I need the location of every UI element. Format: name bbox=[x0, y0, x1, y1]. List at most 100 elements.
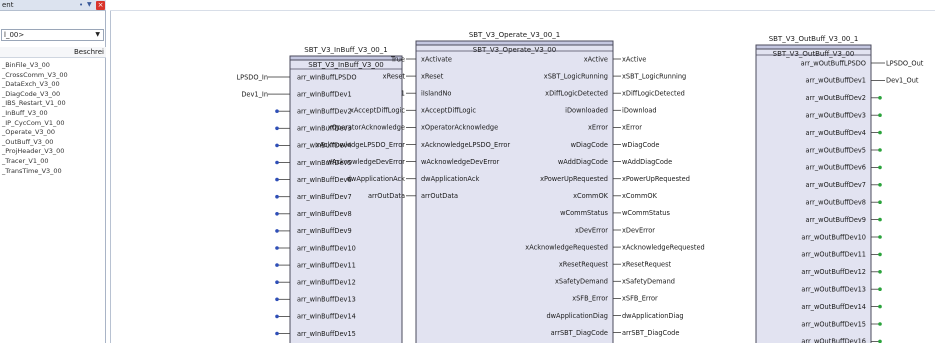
output-pin-label: xPowerUpRequested bbox=[540, 175, 608, 183]
variable-label: xSBT_LogicRunning bbox=[622, 72, 686, 80]
input-pin-label: xActivate bbox=[421, 55, 452, 63]
output-pin-label: wCommStatus bbox=[560, 209, 608, 217]
output-pin-label: arr_wOutBuffDev10 bbox=[801, 233, 866, 241]
output-pin-label: xResetRequest bbox=[559, 261, 609, 269]
unconnected-input-dot[interactable] bbox=[275, 126, 279, 131]
panel-title: ent bbox=[2, 1, 14, 9]
library-item[interactable]: _TransTime_V3_00 bbox=[2, 167, 68, 177]
library-item[interactable]: _IP_CycCom_V1_00 bbox=[2, 119, 68, 129]
output-pin-label: xCommOK bbox=[573, 192, 609, 200]
library-item[interactable]: _IBS_Restart_V1_00 bbox=[2, 99, 68, 109]
block-instance-name: SBT_V3_OutBuff_V3_00_1 bbox=[769, 35, 859, 43]
unconnected-input-dot[interactable] bbox=[275, 177, 279, 182]
unconnected-output-dot[interactable] bbox=[878, 287, 882, 292]
unconnected-output-dot[interactable] bbox=[878, 252, 882, 257]
unconnected-input-dot[interactable] bbox=[275, 297, 279, 302]
input-pin-label: arr_wInBuffDev13 bbox=[297, 296, 356, 304]
block-type-name: SBT_V3_OutBuff_V3_00 bbox=[773, 50, 855, 58]
output-pin-label: arr_wOutBuffDev6 bbox=[806, 164, 866, 172]
unconnected-input-dot[interactable] bbox=[275, 331, 279, 336]
unconnected-input-dot[interactable] bbox=[275, 314, 279, 319]
library-item[interactable]: _DiagCode_V3_00 bbox=[2, 90, 68, 100]
library-item[interactable]: _ProjHeader_V3_00 bbox=[2, 147, 68, 157]
unconnected-input-dot[interactable] bbox=[275, 280, 279, 285]
output-pin-label: arr_wOutBuffDev13 bbox=[801, 286, 866, 294]
library-item[interactable]: _InBuff_V3_00 bbox=[2, 109, 68, 119]
panel-titlebar: ent • ▼ × bbox=[0, 0, 106, 11]
library-item[interactable]: _Tracer_V1_00 bbox=[2, 157, 68, 167]
library-item[interactable]: _DataExch_V3_00 bbox=[2, 80, 68, 90]
column-header[interactable]: Beschrei bbox=[0, 47, 106, 58]
variable-label: xOperatorAcknowledge bbox=[328, 124, 405, 132]
variable-label: Dev1_Out bbox=[886, 77, 919, 85]
input-pin-label: arr_wInBuffDev1 bbox=[297, 90, 352, 98]
chevron-down-icon[interactable]: ▼ bbox=[95, 31, 100, 38]
unconnected-output-dot[interactable] bbox=[878, 217, 882, 222]
block-header-bar bbox=[755, 44, 872, 50]
input-pin-label: wAcknowledgeDevError bbox=[421, 158, 500, 166]
function-block-list: _BinFile_V3_00 _CrossComm_V3_00 _DataExch_… bbox=[2, 61, 68, 176]
input-pin-label: arr_wInBuffDev2 bbox=[297, 108, 352, 116]
unconnected-input-dot[interactable] bbox=[275, 246, 279, 250]
unconnected-output-dot[interactable] bbox=[878, 200, 882, 204]
input-pin-label: dwApplicationAck bbox=[421, 175, 479, 183]
output-pin-label: iDownloaded bbox=[565, 107, 608, 115]
output-pin-label: arr_wOutBuffDev4 bbox=[806, 129, 866, 137]
input-pin-label: xOperatorAcknowledge bbox=[421, 124, 498, 132]
input-pin-label: arr_wInBuffLPSDO bbox=[297, 73, 357, 81]
variable-label: xCommOK bbox=[622, 192, 658, 200]
input-pin-label: arr_wInBuffDev9 bbox=[297, 227, 352, 235]
output-pin-label: arr_wOutBuffDev3 bbox=[806, 112, 866, 120]
unconnected-output-dot[interactable] bbox=[878, 165, 882, 170]
block-type-name: SBT_V3_Operate_V3_00 bbox=[473, 46, 556, 54]
unconnected-output-dot[interactable] bbox=[878, 113, 882, 117]
variable-label: xAcknowledgeRequested bbox=[622, 243, 705, 251]
block-body[interactable] bbox=[755, 44, 872, 343]
library-item[interactable]: _OutBuff_V3_00 bbox=[2, 138, 68, 148]
output-pin-label: arr_wOutBuffDev7 bbox=[806, 181, 866, 189]
outbuff-block[interactable]: SBT_V3_OutBuff_V3_00_1 SBT_V3_OutBuff_V3_… bbox=[755, 35, 924, 343]
unconnected-output-dot[interactable] bbox=[878, 235, 882, 239]
variable-label: wAcknowledgeDevError bbox=[327, 158, 406, 166]
unconnected-input-dot[interactable] bbox=[275, 109, 279, 113]
unconnected-input-dot[interactable] bbox=[275, 229, 279, 233]
unconnected-output-dot[interactable] bbox=[878, 304, 882, 309]
unconnected-output-dot[interactable] bbox=[878, 270, 882, 274]
unconnected-output-dot[interactable] bbox=[878, 322, 882, 326]
unconnected-input-dot[interactable] bbox=[275, 263, 279, 267]
input-pin-label: arr_wInBuffDev12 bbox=[297, 279, 356, 287]
unconnected-output-dot[interactable] bbox=[878, 339, 882, 343]
library-item[interactable]: _BinFile_V3_00 bbox=[2, 61, 68, 71]
close-icon[interactable]: × bbox=[96, 1, 105, 10]
library-select[interactable]: l_00> ▼ bbox=[1, 29, 104, 41]
variable-label: xDevError bbox=[622, 226, 655, 234]
variable-label: wDiagCode bbox=[622, 141, 659, 149]
unconnected-input-dot[interactable] bbox=[275, 143, 279, 148]
unconnected-input-dot[interactable] bbox=[275, 194, 279, 199]
input-pin-label: arr_wInBuffDev7 bbox=[297, 193, 352, 201]
input-pin-label: arr_wInBuffDev6 bbox=[297, 176, 352, 184]
fbd-canvas[interactable]: SBT_V3_InBuff_V3_00_1 SBT_V3_InBuff_V3_00… bbox=[111, 11, 935, 343]
variable-label: xAcceptDiffLogic bbox=[350, 107, 405, 115]
input-pin-label: xReset bbox=[421, 72, 444, 80]
output-pin-label: arr_wOutBuffDev12 bbox=[801, 268, 866, 276]
library-item[interactable]: _Operate_V3_00 bbox=[2, 128, 68, 138]
block-header-bar bbox=[415, 40, 614, 46]
unconnected-output-dot[interactable] bbox=[878, 96, 882, 100]
output-pin-label: arr_wOutBuffDev1 bbox=[806, 77, 866, 85]
unconnected-input-dot[interactable] bbox=[275, 160, 279, 165]
chevron-down-icon[interactable]: ▼ bbox=[87, 1, 95, 9]
output-pin-label: xDiffLogicDetected bbox=[545, 90, 608, 98]
unconnected-output-dot[interactable] bbox=[878, 148, 882, 152]
unconnected-output-dot[interactable] bbox=[878, 130, 882, 135]
variable-label: xSFB_Error bbox=[622, 295, 658, 303]
input-pin-label: arr_wInBuffDev11 bbox=[297, 261, 356, 269]
unconnected-input-dot[interactable] bbox=[275, 212, 279, 216]
output-pin-label: xSFB_Error bbox=[572, 295, 608, 303]
variable-label: Dev1_In bbox=[241, 90, 268, 98]
block-instance-name: SBT_V3_InBuff_V3_00_1 bbox=[304, 46, 387, 54]
library-item[interactable]: _CrossComm_V3_00 bbox=[2, 71, 68, 81]
output-pin-label: wAddDiagCode bbox=[558, 158, 608, 166]
unconnected-output-dot[interactable] bbox=[878, 183, 882, 187]
pin-icon[interactable]: • bbox=[79, 1, 87, 9]
